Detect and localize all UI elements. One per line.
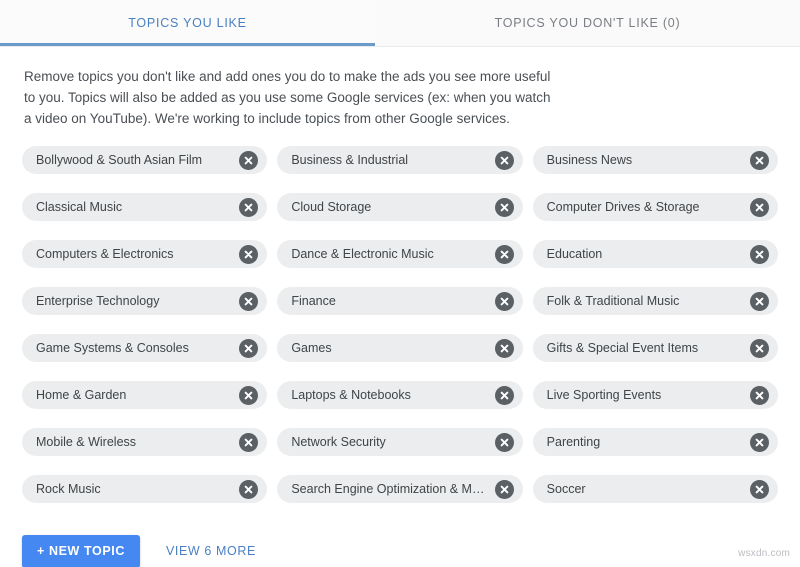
topic-chip[interactable]: Search Engine Optimization & Mark…: [277, 475, 523, 503]
topics-grid: Bollywood & South Asian Film Business & I…: [22, 146, 778, 522]
close-circle-icon[interactable]: [494, 385, 514, 405]
topic-chip[interactable]: Computers & Electronics: [22, 240, 268, 268]
topic-chip-label: Gifts & Special Event Items: [546, 341, 699, 355]
topic-chip-label: Games: [291, 341, 332, 355]
topic-chip[interactable]: Games: [277, 334, 523, 362]
topic-chip[interactable]: Cloud Storage: [277, 193, 523, 221]
topic-chip-label: Live Sporting Events: [546, 388, 662, 402]
topic-chip-label: Mobile & Wireless: [36, 435, 137, 449]
tab-topics-you-like[interactable]: TOPICS YOU LIKE: [0, 0, 375, 46]
close-circle-icon[interactable]: [749, 479, 769, 499]
topic-chip-label: Education: [546, 247, 603, 261]
close-circle-icon[interactable]: [239, 150, 259, 170]
close-circle-icon[interactable]: [239, 244, 259, 264]
topic-chip[interactable]: Education: [532, 240, 778, 268]
topic-chip[interactable]: Parenting: [532, 428, 778, 456]
topic-chip-label: Computer Drives & Storage: [546, 200, 700, 214]
topic-chip[interactable]: Soccer: [532, 475, 778, 503]
close-circle-icon[interactable]: [749, 338, 769, 358]
close-circle-icon[interactable]: [749, 150, 769, 170]
topic-chip-label: Business & Industrial: [291, 153, 409, 167]
topic-chip[interactable]: Computer Drives & Storage: [532, 193, 778, 221]
topic-chip[interactable]: Game Systems & Consoles: [22, 334, 268, 362]
close-circle-icon[interactable]: [239, 291, 259, 311]
topic-chip[interactable]: Enterprise Technology: [22, 287, 268, 315]
topic-chip[interactable]: Folk & Traditional Music: [532, 287, 778, 315]
close-circle-icon[interactable]: [239, 197, 259, 217]
topic-chip-label: Dance & Electronic Music: [291, 247, 434, 261]
topic-chip-label: Enterprise Technology: [36, 294, 160, 308]
tab-bar: TOPICS YOU LIKE TOPICS YOU DON'T LIKE (0…: [0, 0, 800, 47]
close-circle-icon[interactable]: [239, 432, 259, 452]
close-circle-icon[interactable]: [749, 197, 769, 217]
topic-chip[interactable]: Finance: [277, 287, 523, 315]
topic-chip-label: Search Engine Optimization & Mark…: [291, 482, 489, 496]
topic-row: Computers & Electronics Dance & Electroni…: [22, 240, 778, 268]
close-circle-icon[interactable]: [494, 150, 514, 170]
topic-chip-label: Game Systems & Consoles: [36, 341, 189, 355]
topic-chip[interactable]: Laptops & Notebooks: [277, 381, 523, 409]
topic-chip-label: Laptops & Notebooks: [291, 388, 411, 402]
topic-chip-label: Computers & Electronics: [36, 247, 174, 261]
topic-chip-label: Classical Music: [36, 200, 123, 214]
close-circle-icon[interactable]: [749, 385, 769, 405]
topic-chip-label: Rock Music: [36, 482, 101, 496]
close-circle-icon[interactable]: [494, 197, 514, 217]
close-circle-icon[interactable]: [494, 291, 514, 311]
view-more-link[interactable]: VIEW 6 MORE: [162, 538, 260, 564]
description-text: Remove topics you don't like and add one…: [24, 69, 551, 126]
topic-chip-label: Home & Garden: [36, 388, 127, 402]
tab-topics-you-dont-like-label: TOPICS YOU DON'T LIKE (0): [494, 16, 681, 30]
close-circle-icon[interactable]: [494, 338, 514, 358]
new-topic-button[interactable]: + NEW TOPIC: [22, 534, 140, 567]
topic-row: Enterprise Technology Finance Folk & Tradi…: [22, 287, 778, 315]
topic-chip[interactable]: Bollywood & South Asian Film: [22, 146, 268, 174]
topic-chip[interactable]: Home & Garden: [22, 381, 268, 409]
close-circle-icon[interactable]: [749, 244, 769, 264]
footer-actions: + NEW TOPIC VIEW 6 MORE: [22, 528, 800, 567]
tab-topics-you-like-label: TOPICS YOU LIKE: [128, 16, 247, 30]
topic-row: Game Systems & Consoles Games Gifts & Spec…: [22, 334, 778, 362]
topic-chip[interactable]: Dance & Electronic Music: [277, 240, 523, 268]
topic-chip-label: Business News: [546, 153, 633, 167]
active-tab-indicator: [0, 43, 375, 46]
close-circle-icon[interactable]: [494, 244, 514, 264]
topic-row: Mobile & Wireless Network Security Parenti…: [22, 428, 778, 456]
close-circle-icon[interactable]: [239, 338, 259, 358]
topic-row: Home & Garden Laptops & Notebooks Live Spo…: [22, 381, 778, 409]
topic-chip-label: Bollywood & South Asian Film: [36, 153, 203, 167]
tab-topics-you-dont-like[interactable]: TOPICS YOU DON'T LIKE (0): [375, 0, 800, 46]
close-circle-icon[interactable]: [494, 479, 514, 499]
topic-chip-label: Soccer: [546, 482, 586, 496]
topic-chip[interactable]: Gifts & Special Event Items: [532, 334, 778, 362]
topic-chip[interactable]: Business & Industrial: [277, 146, 523, 174]
topic-row: Bollywood & South Asian Film Business & I…: [22, 146, 778, 174]
watermark: wsxdn.com: [738, 548, 790, 559]
topic-chip[interactable]: Live Sporting Events: [532, 381, 778, 409]
topic-chip-label: Network Security: [291, 435, 386, 449]
close-circle-icon[interactable]: [494, 432, 514, 452]
topic-row: Classical Music Cloud Storage Computer Dri…: [22, 193, 778, 221]
topic-row: Rock Music Search Engine Optimization & M…: [22, 475, 778, 503]
close-circle-icon[interactable]: [749, 291, 769, 311]
topic-chip-label: Parenting: [546, 435, 601, 449]
topic-chip[interactable]: Network Security: [277, 428, 523, 456]
topic-chip[interactable]: Classical Music: [22, 193, 268, 221]
close-circle-icon[interactable]: [239, 385, 259, 405]
topic-chip[interactable]: Mobile & Wireless: [22, 428, 268, 456]
topic-chip[interactable]: Business News: [532, 146, 778, 174]
close-circle-icon[interactable]: [239, 479, 259, 499]
topic-chip-label: Folk & Traditional Music: [546, 294, 680, 308]
ads-settings-topics-page: TOPICS YOU LIKE TOPICS YOU DON'T LIKE (0…: [0, 0, 800, 567]
close-circle-icon[interactable]: [749, 432, 769, 452]
topic-chip-label: Cloud Storage: [291, 200, 372, 214]
topic-chip[interactable]: Rock Music: [22, 475, 268, 503]
topic-chip-label: Finance: [291, 294, 336, 308]
